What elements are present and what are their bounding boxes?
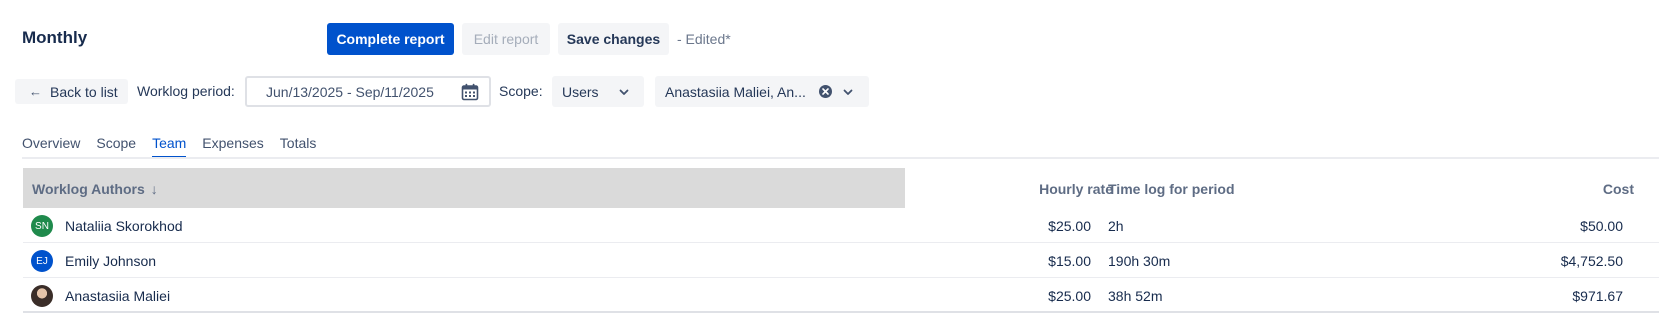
worklog-period-value: Jun/13/2025 - Sep/11/2025	[266, 83, 434, 100]
scope-value: Users	[562, 83, 599, 100]
users-value: Anastasiia Maliei, An...	[665, 83, 806, 100]
chevron-down-icon	[619, 89, 629, 95]
column-header-rate[interactable]: Hourly rate	[1039, 181, 1113, 197]
time-log: 190h 30m	[1108, 253, 1171, 269]
table-row[interactable]: SN Nataliia Skorokhod $25.00 2h $50.00	[23, 208, 1659, 243]
table-row[interactable]: EJ Emily Johnson $15.00 190h 30m $4,752.…	[23, 243, 1659, 278]
arrow-down-icon: ↓	[150, 181, 158, 197]
worklog-period-label: Worklog period:	[137, 83, 235, 99]
back-to-list-button[interactable]: ← Back to list	[15, 79, 128, 104]
tab-scope[interactable]: Scope	[96, 135, 136, 158]
tabs-divider	[22, 157, 1659, 159]
author-name: Emily Johnson	[65, 253, 157, 269]
tab-overview[interactable]: Overview	[22, 135, 80, 158]
hourly-rate: $25.00	[1048, 288, 1091, 304]
author-name: Nataliia Skorokhod	[65, 218, 183, 234]
save-changes-button[interactable]: Save changes	[558, 23, 669, 55]
tab-team[interactable]: Team	[152, 135, 187, 158]
calendar-icon[interactable]	[461, 83, 479, 101]
edit-report-button[interactable]: Edit report	[462, 23, 550, 55]
time-log: 2h	[1108, 218, 1124, 234]
avatar: SN	[31, 215, 53, 237]
tab-expenses[interactable]: Expenses	[202, 135, 263, 158]
table-row[interactable]: Anastasiia Maliei $25.00 38h 52m $971.67	[23, 278, 1659, 313]
worklog-period-input[interactable]: Jun/13/2025 - Sep/11/2025	[245, 76, 491, 107]
page-title: Monthly	[22, 28, 88, 47]
clear-icon[interactable]	[818, 84, 833, 99]
avatar: EJ	[31, 250, 53, 272]
column-header-authors-label: Worklog Authors	[32, 181, 145, 197]
complete-report-button[interactable]: Complete report	[327, 23, 454, 55]
tab-totals[interactable]: Totals	[280, 135, 317, 158]
users-select[interactable]: Anastasiia Maliei, An...	[655, 76, 869, 107]
column-header-timelog[interactable]: Time log for period	[1108, 181, 1235, 197]
chevron-down-icon[interactable]	[842, 86, 854, 98]
table-header: Worklog Authors ↓ Hourly rate Time log fo…	[23, 168, 1659, 208]
hourly-rate: $25.00	[1048, 218, 1091, 234]
back-to-list-label: Back to list	[50, 83, 118, 100]
hourly-rate: $15.00	[1048, 253, 1091, 269]
arrow-left-icon: ←	[29, 84, 42, 99]
time-log: 38h 52m	[1108, 288, 1163, 304]
cost-value: $50.00	[1580, 218, 1623, 234]
edited-status: - Edited*	[677, 31, 731, 47]
avatar	[31, 285, 53, 307]
cost-value: $4,752.50	[1560, 253, 1623, 269]
scope-label: Scope:	[499, 83, 543, 99]
cost-value: $971.67	[1572, 288, 1623, 304]
column-header-cost[interactable]: Cost	[1603, 181, 1634, 197]
scope-select[interactable]: Users	[552, 76, 644, 107]
tab-bar: Overview Scope Team Expenses Totals	[22, 135, 332, 158]
author-name: Anastasiia Maliei	[65, 288, 171, 304]
column-header-authors[interactable]: Worklog Authors ↓	[32, 181, 158, 197]
